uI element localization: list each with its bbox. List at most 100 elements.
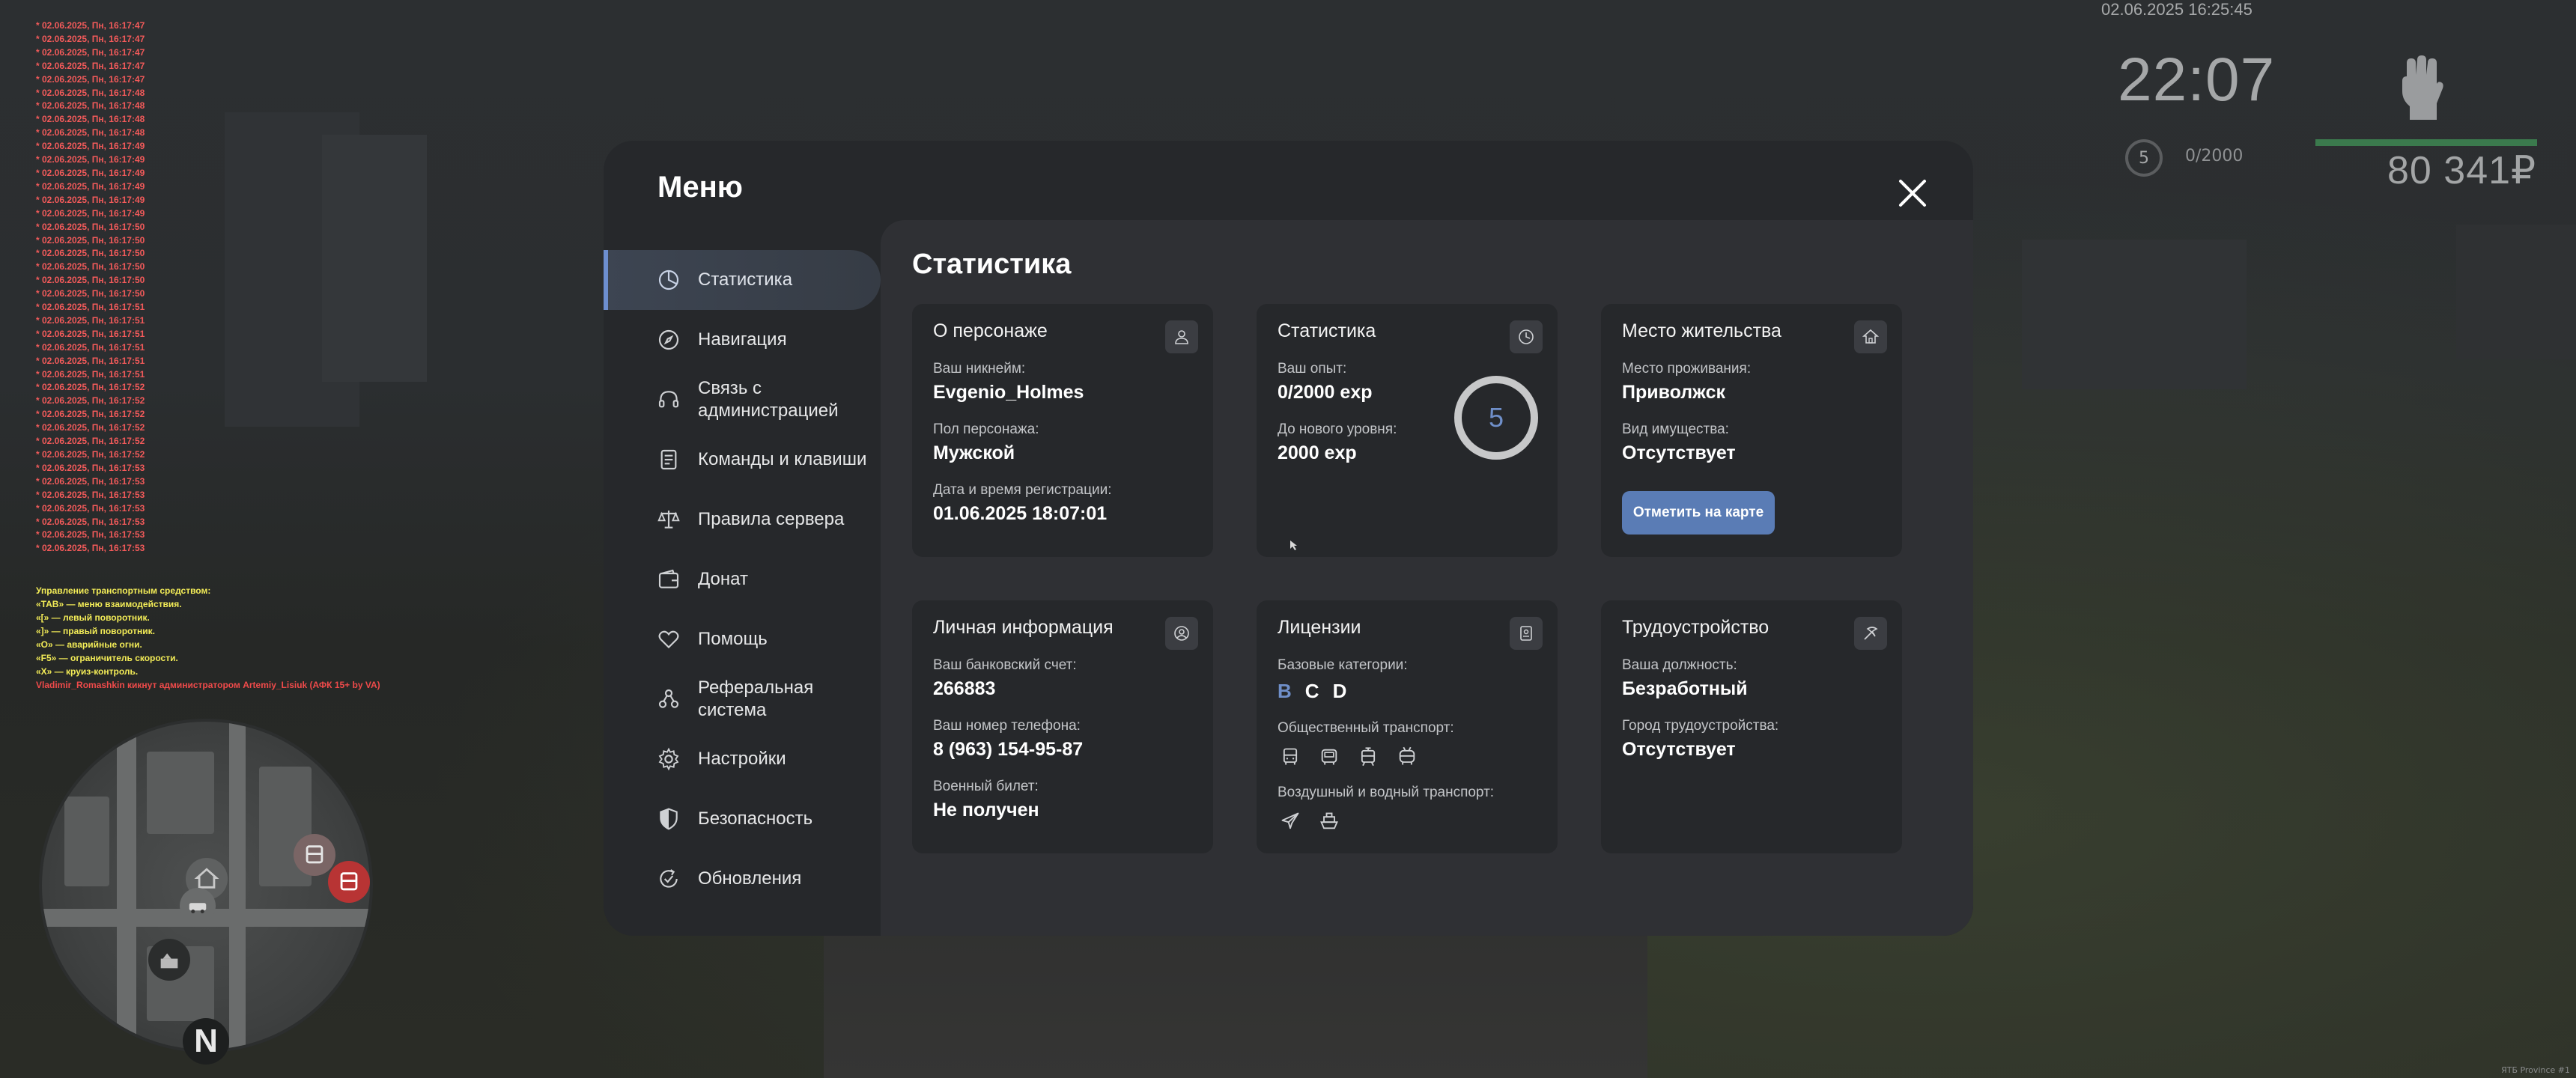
close-button[interactable] — [1895, 175, 1931, 211]
sidebar-item-donate[interactable]: Донат — [604, 549, 881, 609]
sidebar-item-commands[interactable]: Команды и клавиши — [604, 430, 881, 490]
field-label: Воздушный и водный транспорт: — [1278, 785, 1495, 800]
menu-modal: Меню Статистика Навигация Связь с админи… — [604, 141, 1973, 936]
license-category: C — [1304, 680, 1319, 702]
field-label: Ваш банковский счет: — [933, 657, 1077, 673]
bus-stop-map-icon — [294, 834, 335, 876]
bank-value: 266883 — [933, 678, 996, 699]
field-label: Вид имущества: — [1622, 421, 1729, 437]
chat-line: * 02.06.2025, Пн, 16:17:52 — [36, 382, 145, 393]
chat-line: * 02.06.2025, Пн, 16:17:47 — [36, 60, 145, 71]
chat-line: * 02.06.2025, Пн, 16:17:48 — [36, 114, 145, 125]
menu-sidebar: Статистика Навигация Связь с администрац… — [604, 250, 881, 909]
personal-info-card: Личная информация Ваш банковский счет: 2… — [912, 600, 1213, 853]
chat-help-line: «O» — аварийные огни. — [36, 639, 142, 650]
chat-line: * 02.06.2025, Пн, 16:17:50 — [36, 261, 145, 272]
license-categories: B C D — [1278, 680, 1408, 703]
sidebar-item-label: Статистика — [698, 270, 793, 290]
chat-line: * 02.06.2025, Пн, 16:17:51 — [36, 341, 145, 353]
card-title: Личная информация — [933, 617, 1114, 638]
sidebar-item-label: Навигация — [698, 329, 787, 350]
sidebar-item-updates[interactable]: Обновления — [604, 849, 881, 909]
sidebar-item-settings[interactable]: Настройки — [604, 729, 881, 789]
card-title: Трудоустройство — [1622, 617, 1770, 638]
sidebar-item-security[interactable]: Безопасность — [604, 789, 881, 849]
chat-line: * 02.06.2025, Пн, 16:17:53 — [36, 502, 145, 514]
chat-line: * 02.06.2025, Пн, 16:17:47 — [36, 33, 145, 44]
sidebar-item-label: Правила сервера — [698, 509, 845, 529]
sidebar-item-label: Донат — [698, 569, 748, 589]
boat-icon — [1316, 808, 1342, 834]
chat-line: * 02.06.2025, Пн, 16:17:47 — [36, 46, 145, 58]
chat-line: * 02.06.2025, Пн, 16:17:50 — [36, 234, 145, 246]
phone-value: 8 (963) 154-95-87 — [933, 739, 1084, 760]
chat-line: * 02.06.2025, Пн, 16:17:49 — [36, 154, 145, 165]
sidebar-item-help[interactable]: Помощь — [604, 609, 881, 669]
chat-help-line: «F5» — ограничитель скорости. — [36, 653, 178, 663]
military-field: Военный билет: Не получен — [933, 779, 1039, 821]
sidebar-item-label: Настройки — [698, 749, 786, 769]
chat-help-title: Управление транспортным средством: — [36, 585, 211, 596]
work-city-field: Город трудоустройства: Отсутствует — [1622, 718, 1778, 761]
field-label: До нового уровня: — [1278, 421, 1397, 437]
sidebar-item-statistics[interactable]: Статистика — [604, 250, 881, 310]
tram-icon — [1355, 744, 1381, 770]
chat-line: * 02.06.2025, Пн, 16:17:53 — [36, 529, 145, 540]
bus-marker-icon — [328, 861, 370, 903]
chat-line: * 02.06.2025, Пн, 16:17:52 — [36, 449, 145, 460]
statistics-panel: Статистика О персонаже Ваш никнейм: Evge… — [881, 220, 1973, 936]
chat-help-line: «]» — правый поворотник. — [36, 626, 155, 636]
residence-card: Место жительства Место проживания: Приво… — [1601, 304, 1902, 557]
position-field: Ваша должность: Безработный — [1622, 657, 1748, 700]
employment-card: Трудоустройство Ваша должность: Безработ… — [1601, 600, 1902, 853]
bank-field: Ваш банковский счет: 266883 — [933, 657, 1077, 700]
sidebar-item-rules[interactable]: Правила сервера — [604, 490, 881, 549]
chat-line: * 02.06.2025, Пн, 16:17:51 — [36, 314, 145, 326]
hud-money: 80 341₽ — [2387, 149, 2537, 192]
next-level-value: 2000 exp — [1278, 442, 1357, 463]
keyboard-icon — [656, 447, 681, 472]
field-label: Место проживания: — [1622, 361, 1752, 377]
sidebar-item-label: Реферальная система — [698, 677, 814, 720]
home-icon — [1854, 320, 1887, 353]
gear-icon — [656, 746, 681, 772]
chat-log: * 02.06.2025, Пн, 16:17:47 * 02.06.2025, … — [36, 19, 145, 555]
sidebar-item-navigation[interactable]: Навигация — [604, 310, 881, 370]
chat-line: * 02.06.2025, Пн, 16:17:51 — [36, 328, 145, 339]
registration-value: 01.06.2025 18:07:01 — [933, 503, 1108, 524]
mouse-cursor-icon — [1290, 540, 1298, 554]
chat-line: * 02.06.2025, Пн, 16:17:49 — [36, 194, 145, 205]
phone-field: Ваш номер телефона: 8 (963) 154-95-87 — [933, 718, 1083, 761]
gender-value: Мужской — [933, 442, 1015, 463]
chat-line: * 02.06.2025, Пн, 16:17:53 — [36, 516, 145, 527]
chat-line: * 02.06.2025, Пн, 16:17:52 — [36, 422, 145, 433]
car-map-icon — [180, 888, 216, 924]
license-category: D — [1332, 680, 1347, 702]
trolleybus-icon — [1394, 744, 1420, 770]
base-categories-field: Базовые категории: B C D — [1278, 657, 1408, 703]
chat-line: * 02.06.2025, Пн, 16:17:53 — [36, 489, 145, 500]
sidebar-item-label: Обновления — [698, 868, 802, 889]
chat-line: * 02.06.2025, Пн, 16:17:48 — [36, 87, 145, 98]
exp-field: Ваш опыт: 0/2000 exp — [1278, 361, 1373, 404]
chat-line: * 02.06.2025, Пн, 16:17:50 — [36, 288, 145, 299]
chat-admin-kick-line: Vladimir_Romashkin кикнут администраторо… — [36, 680, 380, 690]
property-field: Вид имущества: Отсутствует — [1622, 421, 1736, 464]
mark-on-map-button[interactable]: Отметить на карте — [1622, 491, 1775, 535]
plane-icon — [1278, 808, 1303, 834]
public-transport-icons — [1278, 744, 1454, 770]
nickname-value: Evgenio_Holmes — [933, 382, 1084, 403]
exp-value: 0/2000 exp — [1278, 382, 1373, 403]
field-label: Общественный транспорт: — [1278, 720, 1454, 736]
sidebar-item-label: Связь с администрацией — [698, 378, 839, 421]
panel-title: Статистика — [912, 249, 1072, 280]
chat-line: * 02.06.2025, Пн, 16:17:50 — [36, 275, 145, 286]
chat-line: * 02.06.2025, Пн, 16:17:53 — [36, 475, 145, 487]
registration-field: Дата и время регистрации: 01.06.2025 18:… — [933, 482, 1112, 525]
sidebar-item-referral[interactable]: Реферальная система — [604, 669, 881, 729]
field-label: Ваш опыт: — [1278, 361, 1347, 377]
work-city-value: Отсутствует — [1622, 739, 1736, 760]
residence-field: Место проживания: Приволжск — [1622, 361, 1751, 404]
heart-hand-icon — [656, 627, 681, 652]
sidebar-item-admin-contact[interactable]: Связь с администрацией — [604, 370, 881, 430]
